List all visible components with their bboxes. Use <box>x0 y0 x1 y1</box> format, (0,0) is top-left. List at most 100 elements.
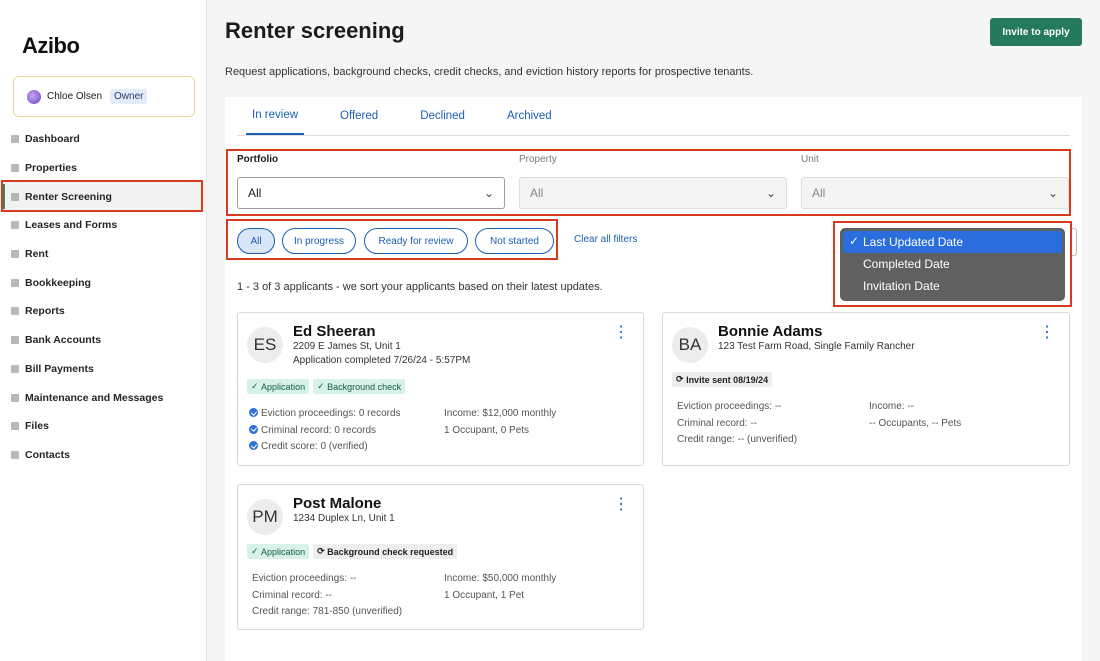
avatar: BA <box>672 327 708 363</box>
chip-ready-for-review[interactable]: Ready for review <box>364 228 468 254</box>
tab-offered[interactable]: Offered <box>334 97 384 135</box>
tag-background-check-requested: ⟳ Background check requested <box>313 544 458 559</box>
sort-dropdown-highlight: ✓ Last Updated Date Completed Date Invita… <box>833 221 1072 307</box>
sidebar-item-reports[interactable]: Reports <box>0 297 207 326</box>
applicant-count: 1 - 3 of 3 applicants - we sort your app… <box>237 281 603 293</box>
sidebar-item-files[interactable]: Files <box>0 412 207 441</box>
sidebar-nav: Dashboard Properties Renter Screening Le… <box>0 125 207 469</box>
tab-declined[interactable]: Declined <box>414 97 471 135</box>
verified-check-icon <box>249 424 258 434</box>
occupants: 1 Occupant, 1 Pet <box>444 589 525 601</box>
income: Income: $12,000 monthly <box>444 408 557 419</box>
sidebar-item-label: Contacts <box>25 448 70 461</box>
unit-select[interactable]: All ⌄ <box>801 177 1069 209</box>
sidebar-item-label: Properties <box>25 162 77 175</box>
income: Income: $50,000 monthly <box>444 573 557 584</box>
eviction-result: Eviction proceedings: 0 records <box>249 406 401 423</box>
applicant-details: Income: $50,000 monthly 1 Occupant, 1 Pe… <box>444 571 556 604</box>
user-avatar <box>27 89 41 104</box>
sidebar-item-properties[interactable]: Properties <box>0 154 207 183</box>
chip-in-progress[interactable]: In progress <box>282 228 356 254</box>
eviction-result: Eviction proceedings: -- <box>677 401 782 412</box>
invite-to-apply-button[interactable]: Invite to apply <box>990 18 1082 46</box>
portfolio-label: Portfolio <box>237 154 279 165</box>
more-options-icon[interactable]: ⋮ <box>613 497 629 513</box>
more-options-icon[interactable]: ⋮ <box>1039 325 1055 341</box>
clear-all-filters-link[interactable]: Clear all filters <box>574 234 637 245</box>
book-icon <box>11 278 19 287</box>
sidebar-item-leases-and-forms[interactable]: Leases and Forms <box>0 211 207 240</box>
sidebar-item-maintenance-and-messages[interactable]: Maintenance and Messages <box>0 383 207 412</box>
folder-icon <box>11 422 19 431</box>
sidebar-item-dashboard[interactable]: Dashboard <box>0 125 207 154</box>
verified-check-icon <box>249 408 258 417</box>
sidebar-item-bookkeeping[interactable]: Bookkeeping <box>0 268 207 297</box>
clock-icon: ⟳ <box>676 374 684 384</box>
home-icon <box>11 135 19 144</box>
rent-icon <box>11 250 19 259</box>
screening-results: Eviction proceedings: -- Criminal record… <box>252 571 402 621</box>
bank-icon <box>11 336 19 345</box>
azibo-logo[interactable]: Azibo <box>22 33 80 59</box>
page-subtitle: Request applications, background checks,… <box>225 66 754 78</box>
sort-option-completed[interactable]: Completed Date <box>843 253 1062 275</box>
credit-result: Credit score: 0 (verified) <box>249 439 401 456</box>
applicant-address: 2209 E James St, Unit 1 <box>293 341 401 352</box>
criminal-result: Criminal record: 0 records <box>249 423 401 440</box>
page-title: Renter screening <box>225 18 405 43</box>
tab-in-review[interactable]: In review <box>246 97 305 135</box>
tags: ✓ Application ✓ Background check <box>247 379 406 394</box>
chip-not-started[interactable]: Not started <box>475 228 554 254</box>
clock-icon: ⟳ <box>317 546 325 556</box>
chevron-down-icon: ⌄ <box>1047 186 1058 200</box>
report-icon <box>11 307 19 316</box>
screening-results: Eviction proceedings: 0 records Criminal… <box>249 406 401 456</box>
sidebar-item-label: Maintenance and Messages <box>25 391 164 404</box>
sidebar-item-rent[interactable]: Rent <box>0 240 207 269</box>
contacts-icon <box>11 450 19 459</box>
occupants: -- Occupants, -- Pets <box>869 417 962 429</box>
chevron-down-icon: ⌄ <box>483 186 494 200</box>
wrench-icon <box>11 393 19 402</box>
sidebar-item-label: Bill Payments <box>25 362 94 375</box>
applicant-name: Bonnie Adams <box>718 323 823 340</box>
sidebar-item-label: Rent <box>25 248 49 261</box>
applicant-details: Income: $12,000 monthly 1 Occupant, 0 Pe… <box>444 406 556 439</box>
sidebar-item-bank-accounts[interactable]: Bank Accounts <box>0 326 207 355</box>
portfolio-value: All <box>248 186 262 200</box>
user-role-badge: Owner <box>110 89 148 104</box>
sidebar-item-bill-payments[interactable]: Bill Payments <box>0 355 207 384</box>
tag-invite-sent: ⟳ Invite sent 08/19/24 <box>672 372 773 387</box>
applicant-card[interactable]: BA Bonnie Adams 123 Test Farm Road, Sing… <box>662 312 1070 466</box>
tag-application: ✓ Application <box>247 379 310 394</box>
user-account-card[interactable]: Chloe Olsen Owner <box>13 76 195 117</box>
tag-background-check: ✓ Background check <box>313 379 406 394</box>
status-tabs: In review Offered Declined Archived <box>246 97 558 135</box>
unit-filter: Unit All ⌄ <box>801 154 1069 209</box>
highlight-renter-screening <box>1 180 203 212</box>
sort-option-last-updated[interactable]: ✓ Last Updated Date <box>843 231 1062 253</box>
applicant-name: Ed Sheeran <box>293 323 376 340</box>
sidebar-item-label: Bank Accounts <box>25 334 102 347</box>
portfolio-select[interactable]: All ⌄ <box>237 177 505 209</box>
sidebar-item-label: Files <box>25 420 49 433</box>
property-select[interactable]: All ⌄ <box>519 177 787 209</box>
property-filter: Property All ⌄ <box>519 154 787 209</box>
tags: ⟳ Invite sent 08/19/24 <box>672 372 773 387</box>
tag-application: ✓ Application <box>247 544 310 559</box>
sidebar-item-contacts[interactable]: Contacts <box>0 441 207 470</box>
filters-highlight: Portfolio All ⌄ Property All ⌄ Unit All ⌄ <box>226 149 1071 216</box>
occupants: 1 Occupant, 0 Pets <box>444 424 530 436</box>
eviction-result: Eviction proceedings: -- <box>252 573 357 584</box>
sidebar-item-label: Leases and Forms <box>25 219 118 232</box>
main-content: Renter screening Request applications, b… <box>207 0 1100 661</box>
unit-value: All <box>812 186 826 200</box>
applicant-card[interactable]: ES Ed Sheeran 2209 E James St, Unit 1 Ap… <box>237 312 644 466</box>
applicant-card[interactable]: PM Post Malone 1234 Duplex Ln, Unit 1 ⋮ … <box>237 484 644 630</box>
status-chips-highlight: All In progress Ready for review Not sta… <box>226 219 558 260</box>
sort-option-invitation[interactable]: Invitation Date <box>843 275 1062 297</box>
tab-archived[interactable]: Archived <box>501 97 558 135</box>
chip-all[interactable]: All <box>237 228 275 254</box>
more-options-icon[interactable]: ⋮ <box>613 325 629 341</box>
applicant-address: 1234 Duplex Ln, Unit 1 <box>293 513 395 524</box>
